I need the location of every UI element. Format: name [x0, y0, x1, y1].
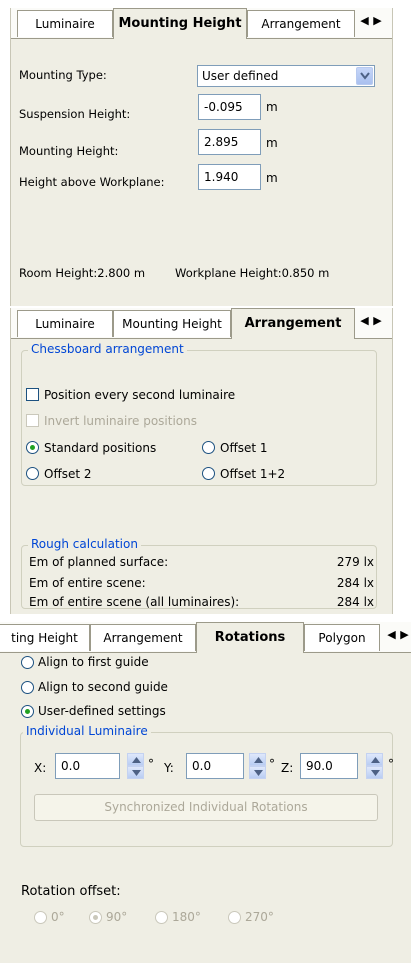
room-height-text: Room Height:2.800 m — [19, 266, 146, 280]
spin-down-icon[interactable] — [127, 766, 144, 779]
height-above-workplane-label: Height above Workplane: — [19, 175, 165, 189]
mounting-type-select[interactable]: User defined — [197, 65, 375, 87]
em-planned-surface-value: 279 lx — [336, 555, 374, 569]
spin-down-icon[interactable] — [366, 766, 383, 779]
em-all-luminaires-value: 284 lx — [336, 595, 374, 609]
height-above-workplane-unit: m — [266, 171, 278, 185]
offset2-radio[interactable] — [26, 467, 39, 480]
em-all-luminaires-label: Em of entire scene (all luminaires): — [29, 595, 240, 609]
x-label: X: — [34, 761, 47, 775]
x-degree-symbol: ° — [148, 757, 154, 771]
standard-positions-label: Standard positions — [44, 441, 157, 455]
position-every-second-checkbox[interactable] — [26, 388, 39, 401]
tab-rotations[interactable]: Rotations — [196, 622, 304, 653]
tab-arrangement[interactable]: Arrangement — [90, 624, 196, 651]
tab-arrangement[interactable]: Arrangement — [247, 10, 355, 37]
mounting-height-label: Mounting Height: — [19, 144, 119, 158]
mounting-height-panel: Luminaire Mounting Height Arrangement ◀ … — [10, 8, 393, 306]
suspension-height-unit: m — [266, 100, 278, 114]
tab-scroll-left-icon[interactable]: ◀ — [387, 628, 396, 642]
em-entire-scene-label: Em of entire scene: — [29, 576, 146, 590]
x-rotation-input[interactable]: 0.0 — [55, 753, 120, 779]
mounting-type-value: User defined — [202, 69, 279, 83]
offset12-radio[interactable] — [202, 467, 215, 480]
rotations-panel: ting Height Arrangement Rotations Polygo… — [0, 622, 411, 963]
offset-0-label: 0° — [51, 910, 65, 924]
arrangement-panel: Luminaire Mounting Height Arrangement ◀ … — [10, 308, 393, 614]
suspension-height-input[interactable]: -0.095 — [198, 94, 261, 120]
spin-up-icon[interactable] — [366, 753, 383, 766]
tab-scroll-right-icon[interactable]: ▶ — [373, 314, 382, 328]
offset-270-radio[interactable] — [228, 911, 241, 924]
individual-luminaire-group: Individual Luminaire — [20, 724, 393, 847]
offset-0-radio[interactable] — [34, 911, 47, 924]
chessboard-arrangement-legend: Chessboard arrangement — [28, 342, 187, 356]
mounting-height-unit: m — [266, 136, 278, 150]
rotation-offset-label: Rotation offset: — [21, 884, 121, 899]
synchronized-rotations-button[interactable]: Synchronized Individual Rotations — [34, 794, 378, 821]
align-second-guide-label: Align to second guide — [38, 680, 168, 694]
y-degree-symbol: ° — [269, 757, 275, 771]
invert-positions-label: Invert luminaire positions — [44, 414, 197, 428]
invert-positions-checkbox[interactable] — [26, 414, 39, 427]
z-label: Z: — [281, 761, 294, 775]
height-above-workplane-input[interactable]: 1.940 — [198, 164, 261, 190]
spin-up-icon[interactable] — [249, 753, 266, 766]
offset-180-label: 180° — [172, 910, 201, 924]
align-first-guide-radio[interactable] — [21, 656, 34, 669]
tab-mounting-height[interactable]: Mounting Height — [113, 8, 247, 39]
tab-scroll-left-icon[interactable]: ◀ — [360, 314, 369, 328]
z-rotation-spinner[interactable] — [366, 753, 383, 779]
mounting-height-input[interactable]: 2.895 — [198, 129, 261, 155]
workplane-height-text: Workplane Height:0.850 m — [175, 266, 330, 280]
x-rotation-spinner[interactable] — [127, 753, 144, 779]
standard-positions-radio[interactable] — [26, 441, 39, 454]
user-defined-label: User-defined settings — [38, 704, 166, 718]
tab-strip: ting Height Arrangement Rotations Polygo… — [0, 622, 411, 653]
rough-calculation-legend: Rough calculation — [28, 537, 141, 551]
spin-up-icon[interactable] — [127, 753, 144, 766]
position-every-second-label: Position every second luminaire — [44, 388, 236, 402]
em-entire-scene-value: 284 lx — [336, 576, 374, 590]
offset-180-radio[interactable] — [155, 911, 168, 924]
tab-luminaire[interactable]: Luminaire — [17, 10, 113, 37]
tab-scroll-right-icon[interactable]: ▶ — [373, 14, 382, 28]
offset2-label: Offset 2 — [44, 467, 92, 481]
tab-luminaire[interactable]: Luminaire — [17, 310, 113, 337]
tab-scroll-right-icon[interactable]: ▶ — [400, 628, 409, 642]
offset-90-radio[interactable] — [89, 911, 102, 924]
individual-luminaire-legend: Individual Luminaire — [23, 724, 151, 738]
user-defined-radio[interactable] — [21, 705, 34, 718]
tab-strip: Luminaire Mounting Height Arrangement ◀ … — [11, 8, 392, 39]
tab-arrangement[interactable]: Arrangement — [231, 308, 355, 339]
align-first-guide-label: Align to first guide — [38, 655, 149, 669]
z-rotation-input[interactable]: 90.0 — [300, 753, 358, 779]
y-label: Y: — [164, 761, 174, 775]
offset-270-label: 270° — [245, 910, 274, 924]
tab-polygon[interactable]: Polygon — [304, 624, 380, 651]
tab-scroll-left-icon[interactable]: ◀ — [360, 14, 369, 28]
tab-mounting-height[interactable]: ting Height — [0, 624, 90, 651]
z-degree-symbol: ° — [388, 757, 394, 771]
tab-strip: Luminaire Mounting Height Arrangement ◀ … — [11, 308, 392, 339]
y-rotation-input[interactable]: 0.0 — [186, 753, 244, 779]
suspension-height-label: Suspension Height: — [19, 107, 131, 121]
mounting-type-label: Mounting Type: — [19, 68, 107, 82]
offset1-radio[interactable] — [202, 441, 215, 454]
em-planned-surface-label: Em of planned surface: — [29, 555, 169, 569]
chevron-down-icon[interactable] — [356, 67, 373, 85]
align-second-guide-radio[interactable] — [21, 681, 34, 694]
spin-down-icon[interactable] — [249, 766, 266, 779]
offset1-label: Offset 1 — [220, 441, 268, 455]
tab-mounting-height[interactable]: Mounting Height — [113, 310, 231, 337]
offset-90-label: 90° — [106, 910, 128, 924]
y-rotation-spinner[interactable] — [249, 753, 266, 779]
offset12-label: Offset 1+2 — [220, 467, 286, 481]
